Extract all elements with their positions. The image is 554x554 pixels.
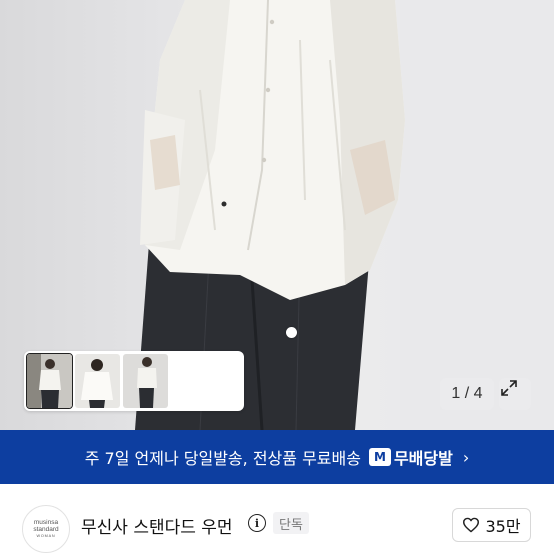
chevron-right-icon: › (462, 447, 470, 467)
expand-icon (501, 380, 517, 396)
thumbnail-2[interactable] (75, 354, 120, 408)
brand-name[interactable]: 무신사 스탠다드 우먼 (81, 513, 233, 538)
product-image[interactable]: 1 / 4 (0, 0, 554, 430)
expand-button[interactable] (499, 378, 531, 410)
thumbnail-strip (24, 351, 244, 411)
exclusive-tag: 단독 (273, 512, 309, 534)
thumbnail-3-image (123, 354, 168, 408)
heart-icon (463, 517, 480, 533)
brand-row: musinsa standard WOMAN 무신사 스탠다드 우먼 i 단독 … (0, 484, 554, 554)
brand-logo[interactable]: musinsa standard WOMAN (22, 505, 70, 553)
brand-logo-line3: WOMAN (36, 534, 56, 539)
thumbnail-1[interactable] (26, 353, 73, 409)
like-button[interactable]: 35만 (452, 508, 531, 542)
delivery-badge-icon: M (368, 448, 391, 466)
like-count: 35만 (485, 517, 521, 536)
thumbnail-2-image (75, 354, 120, 408)
delivery-banner-text: 주 7일 언제나 당일발송, 전상품 무료배송 (84, 449, 361, 468)
image-indicator-dot (286, 327, 297, 338)
delivery-banner[interactable]: 주 7일 언제나 당일발송, 전상품 무료배송 M 무배당발 › (0, 430, 554, 484)
delivery-badge-label: 무배당발 (393, 449, 453, 468)
thumbnail-3[interactable] (123, 354, 168, 408)
brand-logo-line2: standard (33, 525, 59, 533)
thumbnail-1-image (27, 354, 72, 408)
free-delivery-badge: M 무배당발 (368, 445, 453, 469)
info-icon[interactable]: i (248, 514, 266, 532)
image-counter: 1 / 4 (440, 378, 494, 410)
